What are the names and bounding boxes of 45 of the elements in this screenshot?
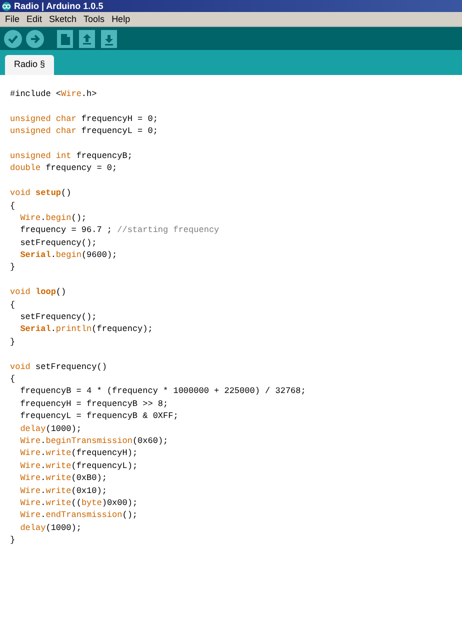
menu-item[interactable]: Edit (24, 14, 46, 24)
code-line: double frequency = 0; (10, 162, 118, 175)
code-line: Wire.write(frequencyH); (19, 447, 138, 460)
menu-item[interactable]: Tools (80, 14, 108, 24)
code-line: Wire.endTransmission(); (19, 509, 138, 522)
code-line: Serial.println(frequency); (19, 323, 153, 336)
code-line: setFrequency(); (19, 236, 97, 250)
code-line: } (10, 336, 16, 348)
code-line: Wire.write((byte)0x00); (19, 496, 138, 510)
save-button[interactable] (100, 30, 118, 48)
menu-item[interactable]: Sketch (46, 14, 80, 24)
code-line: unsigned char frequencyL = 0; (10, 125, 158, 138)
upload-button[interactable] (26, 30, 44, 48)
new-button[interactable] (56, 30, 74, 48)
code-line: void setup() (10, 187, 72, 200)
code-line: Wire.write(0xB0); (19, 472, 107, 484)
code-line: frequencyH = frequencyB >> 8; (19, 398, 168, 410)
code-line: void loop() (10, 286, 66, 299)
window-title: Radio | Arduino 1.0.5 (14, 2, 104, 10)
code-line: Wire.beginTransmission(0x60); (19, 434, 168, 448)
code-line: setFrequency(); (19, 311, 97, 324)
code-line: #include <Wire.h> (10, 88, 97, 100)
code-line: { (10, 200, 16, 212)
code-line: Wire.write(frequencyL); (19, 460, 138, 472)
code-line: Serial.begin(9600); (19, 249, 118, 262)
file-tab[interactable]: Radio § (5, 55, 54, 75)
open-button[interactable] (78, 30, 96, 48)
logo-icon (1, 2, 12, 10)
menu-item[interactable]: Help (108, 14, 134, 24)
code-line: Wire.write(0x10); (19, 484, 107, 497)
code-line: unsigned char frequencyH = 0; (10, 112, 158, 126)
code-line: frequencyB = 4 * (frequency * 1000000 + 225000) / 32768; (19, 385, 306, 398)
code-line: Wire.begin(); (19, 212, 87, 224)
code-line: void setFrequency() (10, 360, 107, 373)
code-line: delay(1000); (19, 422, 82, 435)
code-line: } (10, 261, 16, 274)
code-line: } (10, 534, 16, 546)
code-line: frequencyL = frequencyB & 0XFF; (19, 410, 178, 423)
code-line: frequency = 96.7 ; //starting frequency (19, 224, 220, 237)
code-line: { (10, 372, 16, 386)
code-line: unsigned int frequencyB; (10, 150, 132, 162)
code-line: delay(1000); (19, 522, 82, 534)
code-line: { (10, 298, 16, 312)
verify-button[interactable] (4, 30, 22, 48)
menu-item[interactable]: File (2, 14, 23, 24)
